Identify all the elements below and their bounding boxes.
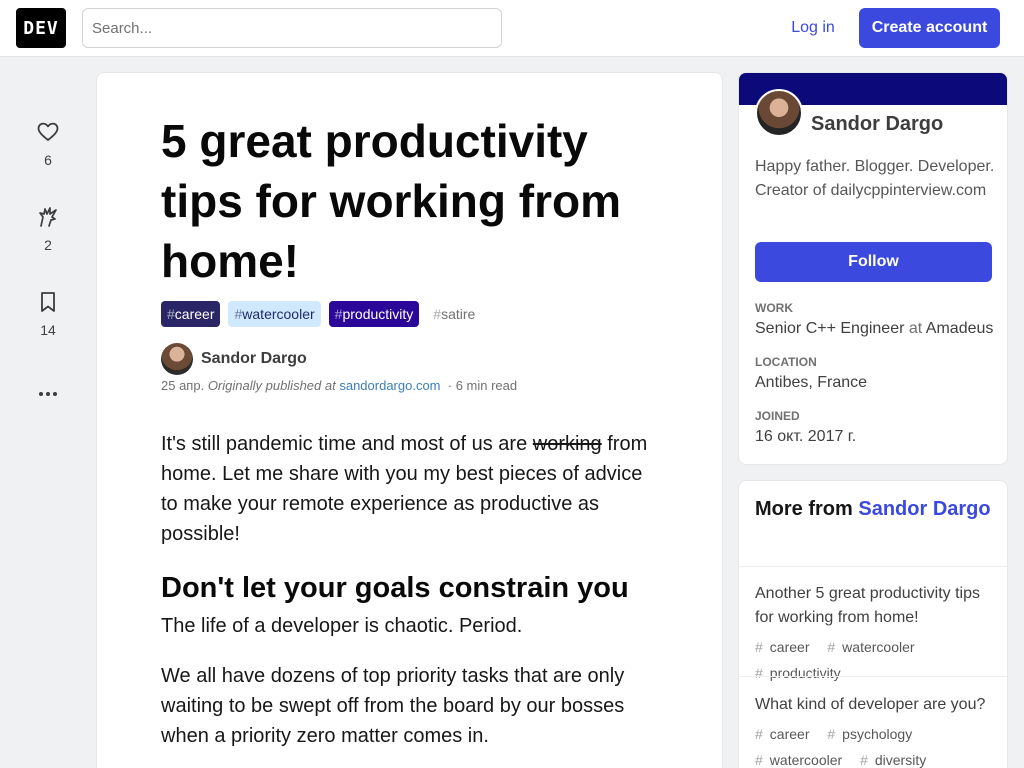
profile-name[interactable]: Sandor Dargo xyxy=(811,113,943,136)
more-from-author-link[interactable]: Sandor Dargo xyxy=(858,498,990,520)
bookmark-reaction[interactable]: 14 xyxy=(16,290,80,338)
work-company: Amadeus xyxy=(925,320,994,337)
related-post-tags: # career # psychology # watercooler # divers… xyxy=(755,721,1000,768)
like-reaction[interactable]: 6 xyxy=(16,120,80,168)
bookmark-count: 14 xyxy=(40,322,56,338)
article-author[interactable]: Sandor Dargo xyxy=(161,343,307,375)
related-tag[interactable]: # diversity xyxy=(860,752,933,768)
tag-label: watercooler xyxy=(242,306,315,322)
bookmark-icon xyxy=(41,292,55,312)
like-count: 6 xyxy=(44,152,52,168)
joined-label: JOINED xyxy=(755,409,800,423)
read-time: 6 min read xyxy=(455,378,518,393)
tag-label: productivity xyxy=(342,306,414,322)
tag-hash: # xyxy=(234,306,243,322)
related-tag[interactable]: # career xyxy=(755,639,816,655)
divider xyxy=(739,676,1009,677)
tag-productivity[interactable]: # productivity xyxy=(328,301,420,327)
related-post-title[interactable]: Another 5 great productivity tips for wo… xyxy=(755,582,995,630)
related-post-tags: # career # watercooler # productivity xyxy=(755,634,1000,686)
work-title: Senior C++ Engineer xyxy=(755,320,905,337)
tag-label: satire xyxy=(441,306,476,322)
divider xyxy=(739,566,1009,567)
profile-bio: Happy father. Blogger. Developer. Creato… xyxy=(755,158,995,199)
unicorn-icon xyxy=(39,207,57,227)
related-post-title[interactable]: What kind of developer are you? xyxy=(755,693,995,717)
location-value: Antibes, France xyxy=(755,374,868,391)
tag-satire[interactable]: # satire xyxy=(427,301,481,327)
tag-hash: # xyxy=(433,306,442,322)
strikethrough-text: working xyxy=(532,433,602,455)
author-profile-card: Sandor Dargo Happy father. Blogger. Deve… xyxy=(738,72,1008,465)
work-label: WORK xyxy=(755,301,793,315)
top-navbar: DEV Log in Create account xyxy=(0,0,1024,57)
related-tag[interactable]: # watercooler xyxy=(827,639,921,655)
related-tag[interactable]: # watercooler xyxy=(755,752,849,768)
more-from-prefix: More from xyxy=(755,498,853,520)
login-button[interactable]: Log in xyxy=(777,8,849,48)
author-name[interactable]: Sandor Dargo xyxy=(201,350,307,368)
article-meta: 25 апр. Originally published at sandorda… xyxy=(161,378,518,393)
article-tags: # career # watercooler # productivity # sati… xyxy=(161,301,481,327)
dev-logo[interactable]: DEV xyxy=(16,8,66,48)
joined-value: 16 окт. 2017 г. xyxy=(755,428,857,445)
unicorn-count: 2 xyxy=(44,237,52,253)
related-tag[interactable]: # psychology xyxy=(827,726,919,742)
tag-label: career xyxy=(174,306,215,322)
tag-watercooler[interactable]: # watercooler xyxy=(228,301,321,327)
heart-icon xyxy=(37,122,59,141)
ellipsis-icon xyxy=(39,392,57,396)
tag-hash: # xyxy=(167,306,175,322)
unicorn-reaction[interactable]: 2 xyxy=(16,205,80,253)
body-paragraph: The life of a developer is chaotic. Peri… xyxy=(161,615,523,637)
article-card: 5 great productivity tips for working fr… xyxy=(96,72,723,768)
publish-date: 25 апр. xyxy=(161,378,205,393)
related-tag[interactable]: # career xyxy=(755,726,816,742)
work-at: at xyxy=(908,320,923,337)
intro-paragraph: It's still pandemic time and most of us … xyxy=(161,429,661,549)
related-tag[interactable]: # productivity xyxy=(755,665,848,681)
create-account-button[interactable]: Create account xyxy=(859,8,1000,48)
tag-career[interactable]: # career xyxy=(161,301,221,327)
more-from-author-card: More from Sandor Dargo Another 5 great p… xyxy=(738,480,1009,768)
follow-button[interactable]: Follow xyxy=(755,242,992,282)
work-value: Senior C++ Engineer at Amadeus xyxy=(755,320,993,338)
intro-text-start: It's still pandemic time and most of us … xyxy=(161,433,528,455)
section-heading: Don't let your goals constrain you xyxy=(161,572,629,604)
body-paragraph: We all have dozens of top priority tasks… xyxy=(161,665,625,747)
search-input[interactable] xyxy=(82,8,502,48)
tag-hash: # xyxy=(334,306,343,322)
profile-avatar[interactable] xyxy=(755,89,803,137)
author-avatar[interactable] xyxy=(161,343,193,375)
location-label: LOCATION xyxy=(755,355,817,369)
article-body: It's still pandemic time and most of us … xyxy=(161,429,661,768)
more-actions-button[interactable] xyxy=(16,382,80,406)
more-from-heading: More from Sandor Dargo xyxy=(755,494,995,524)
canonical-source-link[interactable]: sandordargo.com xyxy=(339,378,440,393)
originally-published-text: Originally published at xyxy=(207,378,336,393)
article-title: 5 great productivity tips for working fr… xyxy=(161,115,621,287)
